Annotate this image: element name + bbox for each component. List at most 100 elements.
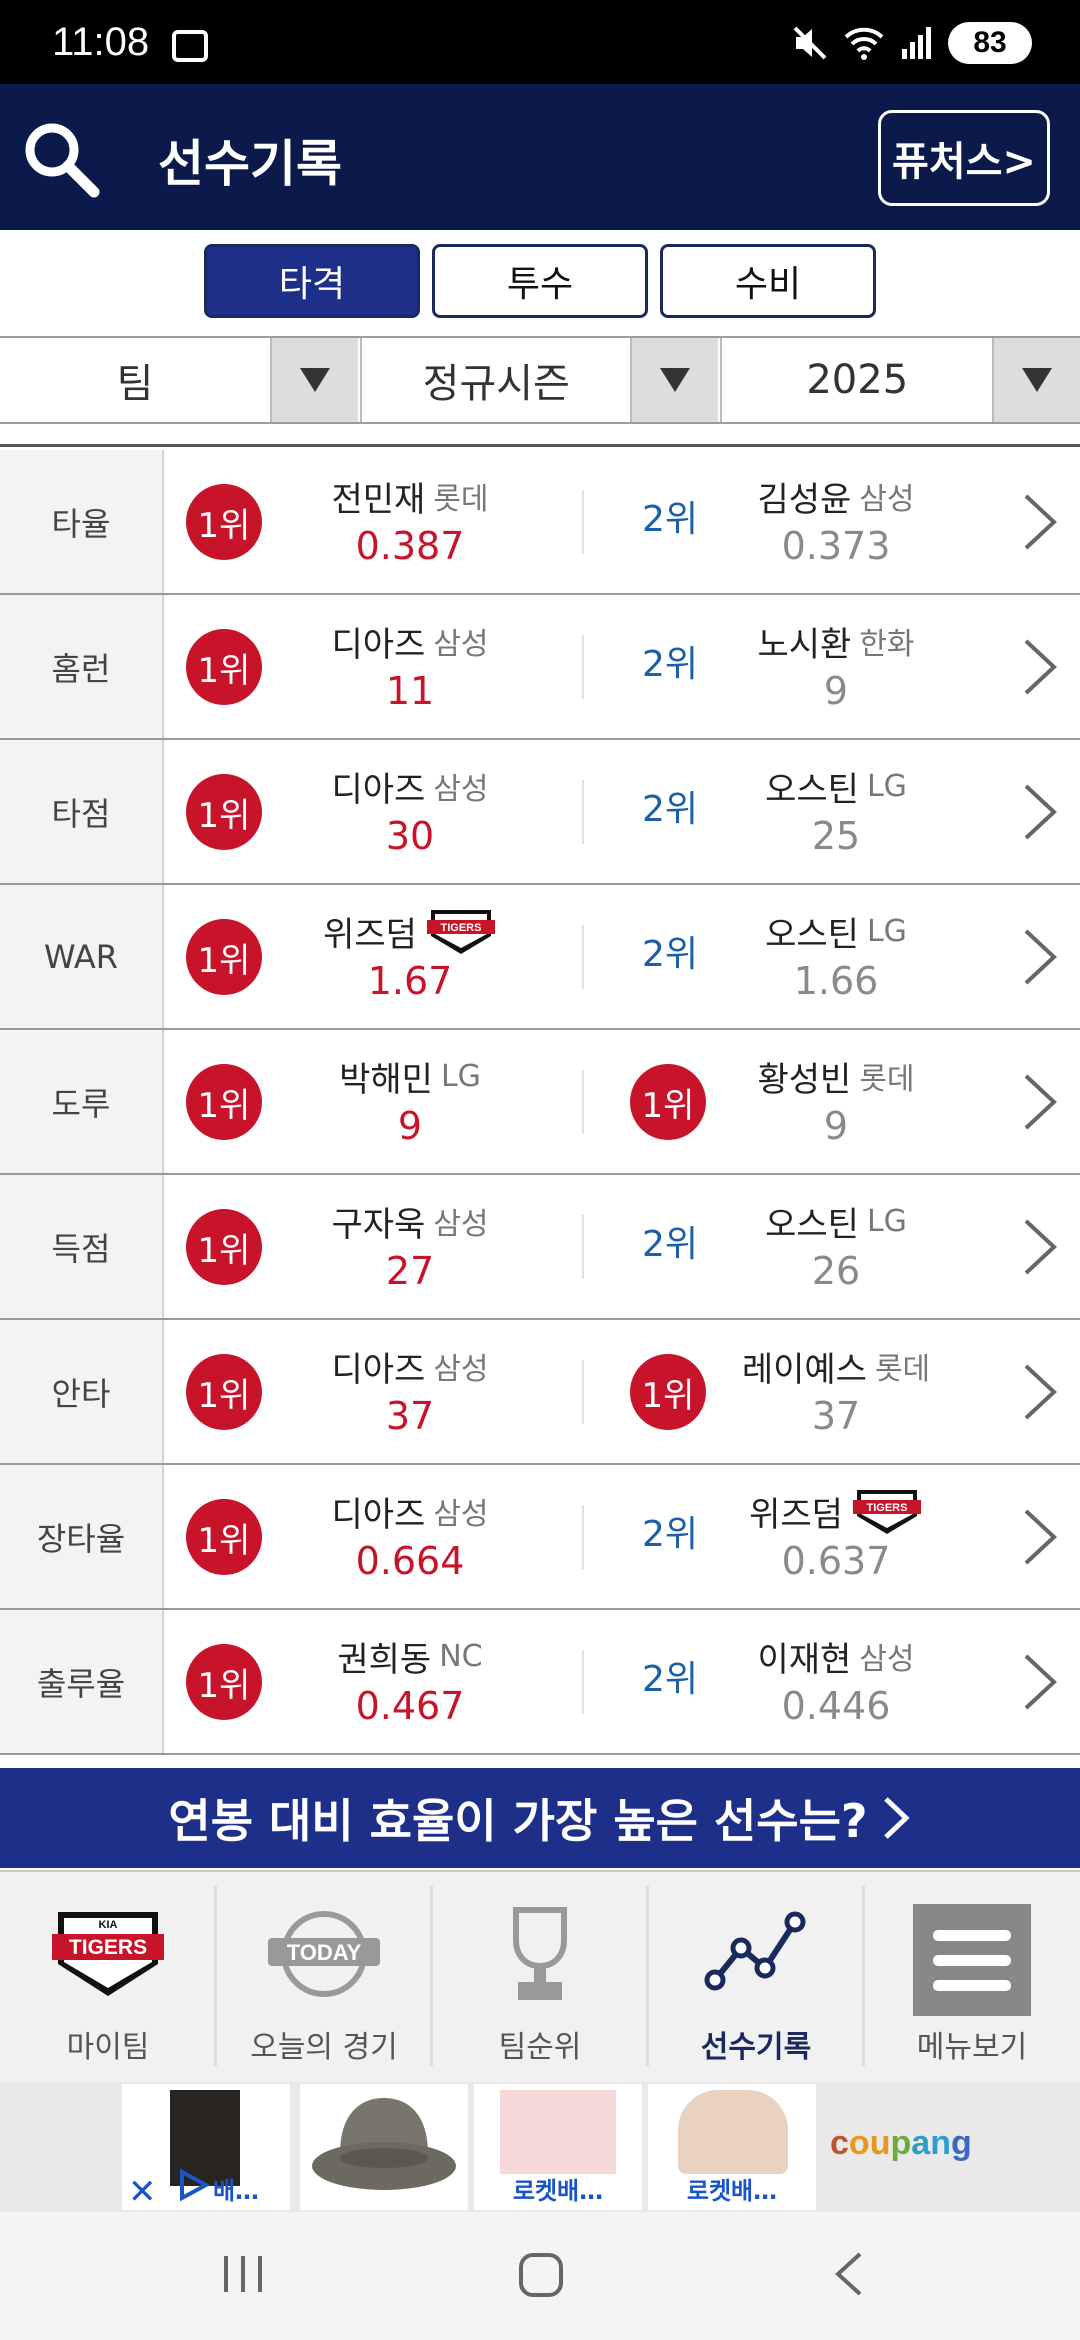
- leader-second: 김성윤 삼성 0.373: [716, 472, 956, 572]
- record-row[interactable]: WAR 1위 위즈덤 TIGERS 1.67 2위 오스틴 LG 1.66: [0, 885, 1080, 1030]
- player-team: 삼성: [859, 482, 915, 517]
- record-row[interactable]: 출루율 1위 권희동 NC 0.467 2위 이재현 삼성 0.446: [0, 1610, 1080, 1755]
- tab-batting[interactable]: 타격: [204, 244, 420, 318]
- dropdown-arrow-icon: [270, 338, 358, 422]
- nav-team-rank[interactable]: 팀순위: [432, 1872, 648, 2082]
- record-row[interactable]: 득점 1위 구자욱 삼성 27 2위 오스틴 LG 26: [0, 1175, 1080, 1320]
- record-row[interactable]: 안타 1위 디아즈 삼성 37 1위 레이예스 롯데 37: [0, 1320, 1080, 1465]
- ad-item-2[interactable]: [300, 2084, 468, 2210]
- record-category: 도루: [0, 1030, 164, 1173]
- record-category: 타점: [0, 740, 164, 883]
- year-select[interactable]: 2025: [720, 338, 1080, 422]
- record-row[interactable]: 도루 1위 박해민 LG 9 1위 황성빈 롯데 9: [0, 1030, 1080, 1175]
- season-select[interactable]: 정규시즌: [360, 338, 718, 422]
- search-button[interactable]: [18, 116, 102, 200]
- chevron-right-icon: [883, 1797, 910, 1839]
- record-row[interactable]: 홈런 1위 디아즈 삼성 11 2위 노시환 한화 9: [0, 595, 1080, 740]
- record-category: WAR: [0, 885, 164, 1028]
- battery-level: 83: [973, 26, 1007, 59]
- record-value: 9: [823, 1104, 849, 1148]
- player-name: 오스틴: [765, 914, 859, 955]
- record-value: 9: [823, 669, 849, 713]
- svg-text:TIGERS: TIGERS: [69, 1936, 147, 1959]
- player-name: 오스틴: [765, 1204, 859, 1245]
- rank-label: 2위: [641, 789, 699, 830]
- record-value: 0.664: [355, 1539, 465, 1583]
- ad-item-4[interactable]: 로켓배…: [648, 2084, 816, 2210]
- system-nav-bar: [0, 2212, 1080, 2340]
- rank-badge: 1위: [186, 919, 262, 995]
- rank-label: 2위: [641, 1514, 699, 1555]
- record-value: 11: [385, 669, 435, 713]
- nav-menu[interactable]: 메뉴보기: [864, 1872, 1080, 2082]
- section-divider: [0, 444, 1080, 447]
- player-team: 삼성: [433, 627, 489, 662]
- player-name: 황성빈: [757, 1059, 852, 1100]
- player-name: 디아즈: [331, 1349, 426, 1390]
- leader-first: 위즈덤 TIGERS 1.67: [290, 907, 530, 1007]
- leader-second: 오스틴 LG 25: [716, 762, 956, 862]
- record-value: 9: [397, 1104, 423, 1148]
- player-name: 박해민: [339, 1059, 433, 1100]
- status-bar: 11:08 83: [0, 0, 1080, 84]
- player-name-line: 전민재 롯데: [290, 472, 530, 520]
- player-team: LG: [866, 1203, 907, 1239]
- leader-first: 전민재 롯데 0.387: [290, 472, 530, 572]
- player-name-line: 구자욱 삼성: [290, 1197, 530, 1245]
- record-category: 홈런: [0, 595, 164, 738]
- player-name-line: 권희동 NC: [290, 1632, 530, 1680]
- nav-my-team[interactable]: TIGERS KIA 마이팀: [0, 1872, 216, 2082]
- player-team: 한화: [859, 627, 915, 662]
- player-team: 삼성: [859, 1642, 915, 1677]
- tab-fielding[interactable]: 수비: [660, 244, 876, 318]
- tab-pitching[interactable]: 투수: [432, 244, 648, 318]
- wifi-icon: [844, 27, 884, 60]
- rank-badge: 1위: [186, 774, 262, 850]
- tigers-logo-icon: TIGERS: [426, 910, 495, 954]
- record-row[interactable]: 타율 1위 전민재 롯데 0.387 2위 김성윤 삼성 0.373: [0, 450, 1080, 595]
- player-team: 롯데: [433, 482, 489, 517]
- record-value: 30: [385, 814, 435, 858]
- home-icon[interactable]: [516, 2248, 566, 2300]
- record-row[interactable]: 타점 1위 디아즈 삼성 30 2위 오스틴 LG 25: [0, 740, 1080, 885]
- team-select[interactable]: 팀: [0, 338, 358, 422]
- season-select-label: 정규시즌: [422, 361, 570, 407]
- player-team: LG: [440, 1058, 481, 1094]
- futures-button[interactable]: 퓨처스>: [878, 110, 1050, 206]
- leader-second: 이재현 삼성 0.446: [716, 1632, 956, 1732]
- chevron-right-icon: [1024, 639, 1057, 695]
- leader-second: 위즈덤 TIGERS 0.637: [716, 1487, 956, 1587]
- record-value: 0.373: [781, 524, 891, 568]
- rank-badge: 1위: [186, 629, 262, 705]
- promo-banner[interactable]: 연봉 대비 효율이 가장 높은 선수는?: [0, 1768, 1080, 1868]
- svg-text:TODAY: TODAY: [287, 1940, 362, 1965]
- rank-badge: 1위: [630, 1354, 706, 1430]
- nav-today-game[interactable]: TODAY 오늘의 경기: [216, 1872, 432, 2082]
- recent-apps-icon[interactable]: [218, 2248, 268, 2300]
- leader-first: 디아즈 삼성 11: [290, 617, 530, 717]
- record-type-tabs: 타격 투수 수비: [0, 230, 1080, 336]
- back-icon[interactable]: [826, 2248, 876, 2300]
- leader-first: 박해민 LG 9: [290, 1052, 530, 1152]
- record-value: 0.637: [781, 1539, 891, 1583]
- record-category: 타율: [0, 450, 164, 593]
- player-name-line: 오스틴 LG: [716, 907, 956, 955]
- ad-close-icon[interactable]: ✕: [128, 2172, 157, 2212]
- record-value: 1.67: [367, 959, 453, 1003]
- player-team: NC: [439, 1638, 483, 1674]
- player-team: LG: [866, 913, 907, 949]
- player-name: 위즈덤: [749, 1494, 843, 1535]
- ad-choices-icon[interactable]: [176, 2168, 210, 2202]
- player-team: 롯데: [874, 1352, 931, 1387]
- column-divider: [582, 925, 584, 989]
- record-row[interactable]: 장타율 1위 디아즈 삼성 0.664 2위 위즈덤 TIGERS 0.637: [0, 1465, 1080, 1610]
- ad-item-3[interactable]: 로켓배…: [474, 2084, 642, 2210]
- bucket-hat-image: [312, 2098, 456, 2190]
- nav-player-records[interactable]: 선수기록: [648, 1872, 864, 2082]
- ad-banner[interactable]: 배… ✕ 로켓배… 로켓배… coupang: [0, 2082, 1080, 2212]
- player-name-line: 디아즈 삼성: [290, 762, 530, 810]
- leader-second: 레이예스 롯데 37: [716, 1342, 956, 1442]
- ad-product-image: [678, 2090, 788, 2174]
- record-value: 37: [385, 1394, 435, 1438]
- record-category: 출루율: [0, 1610, 164, 1753]
